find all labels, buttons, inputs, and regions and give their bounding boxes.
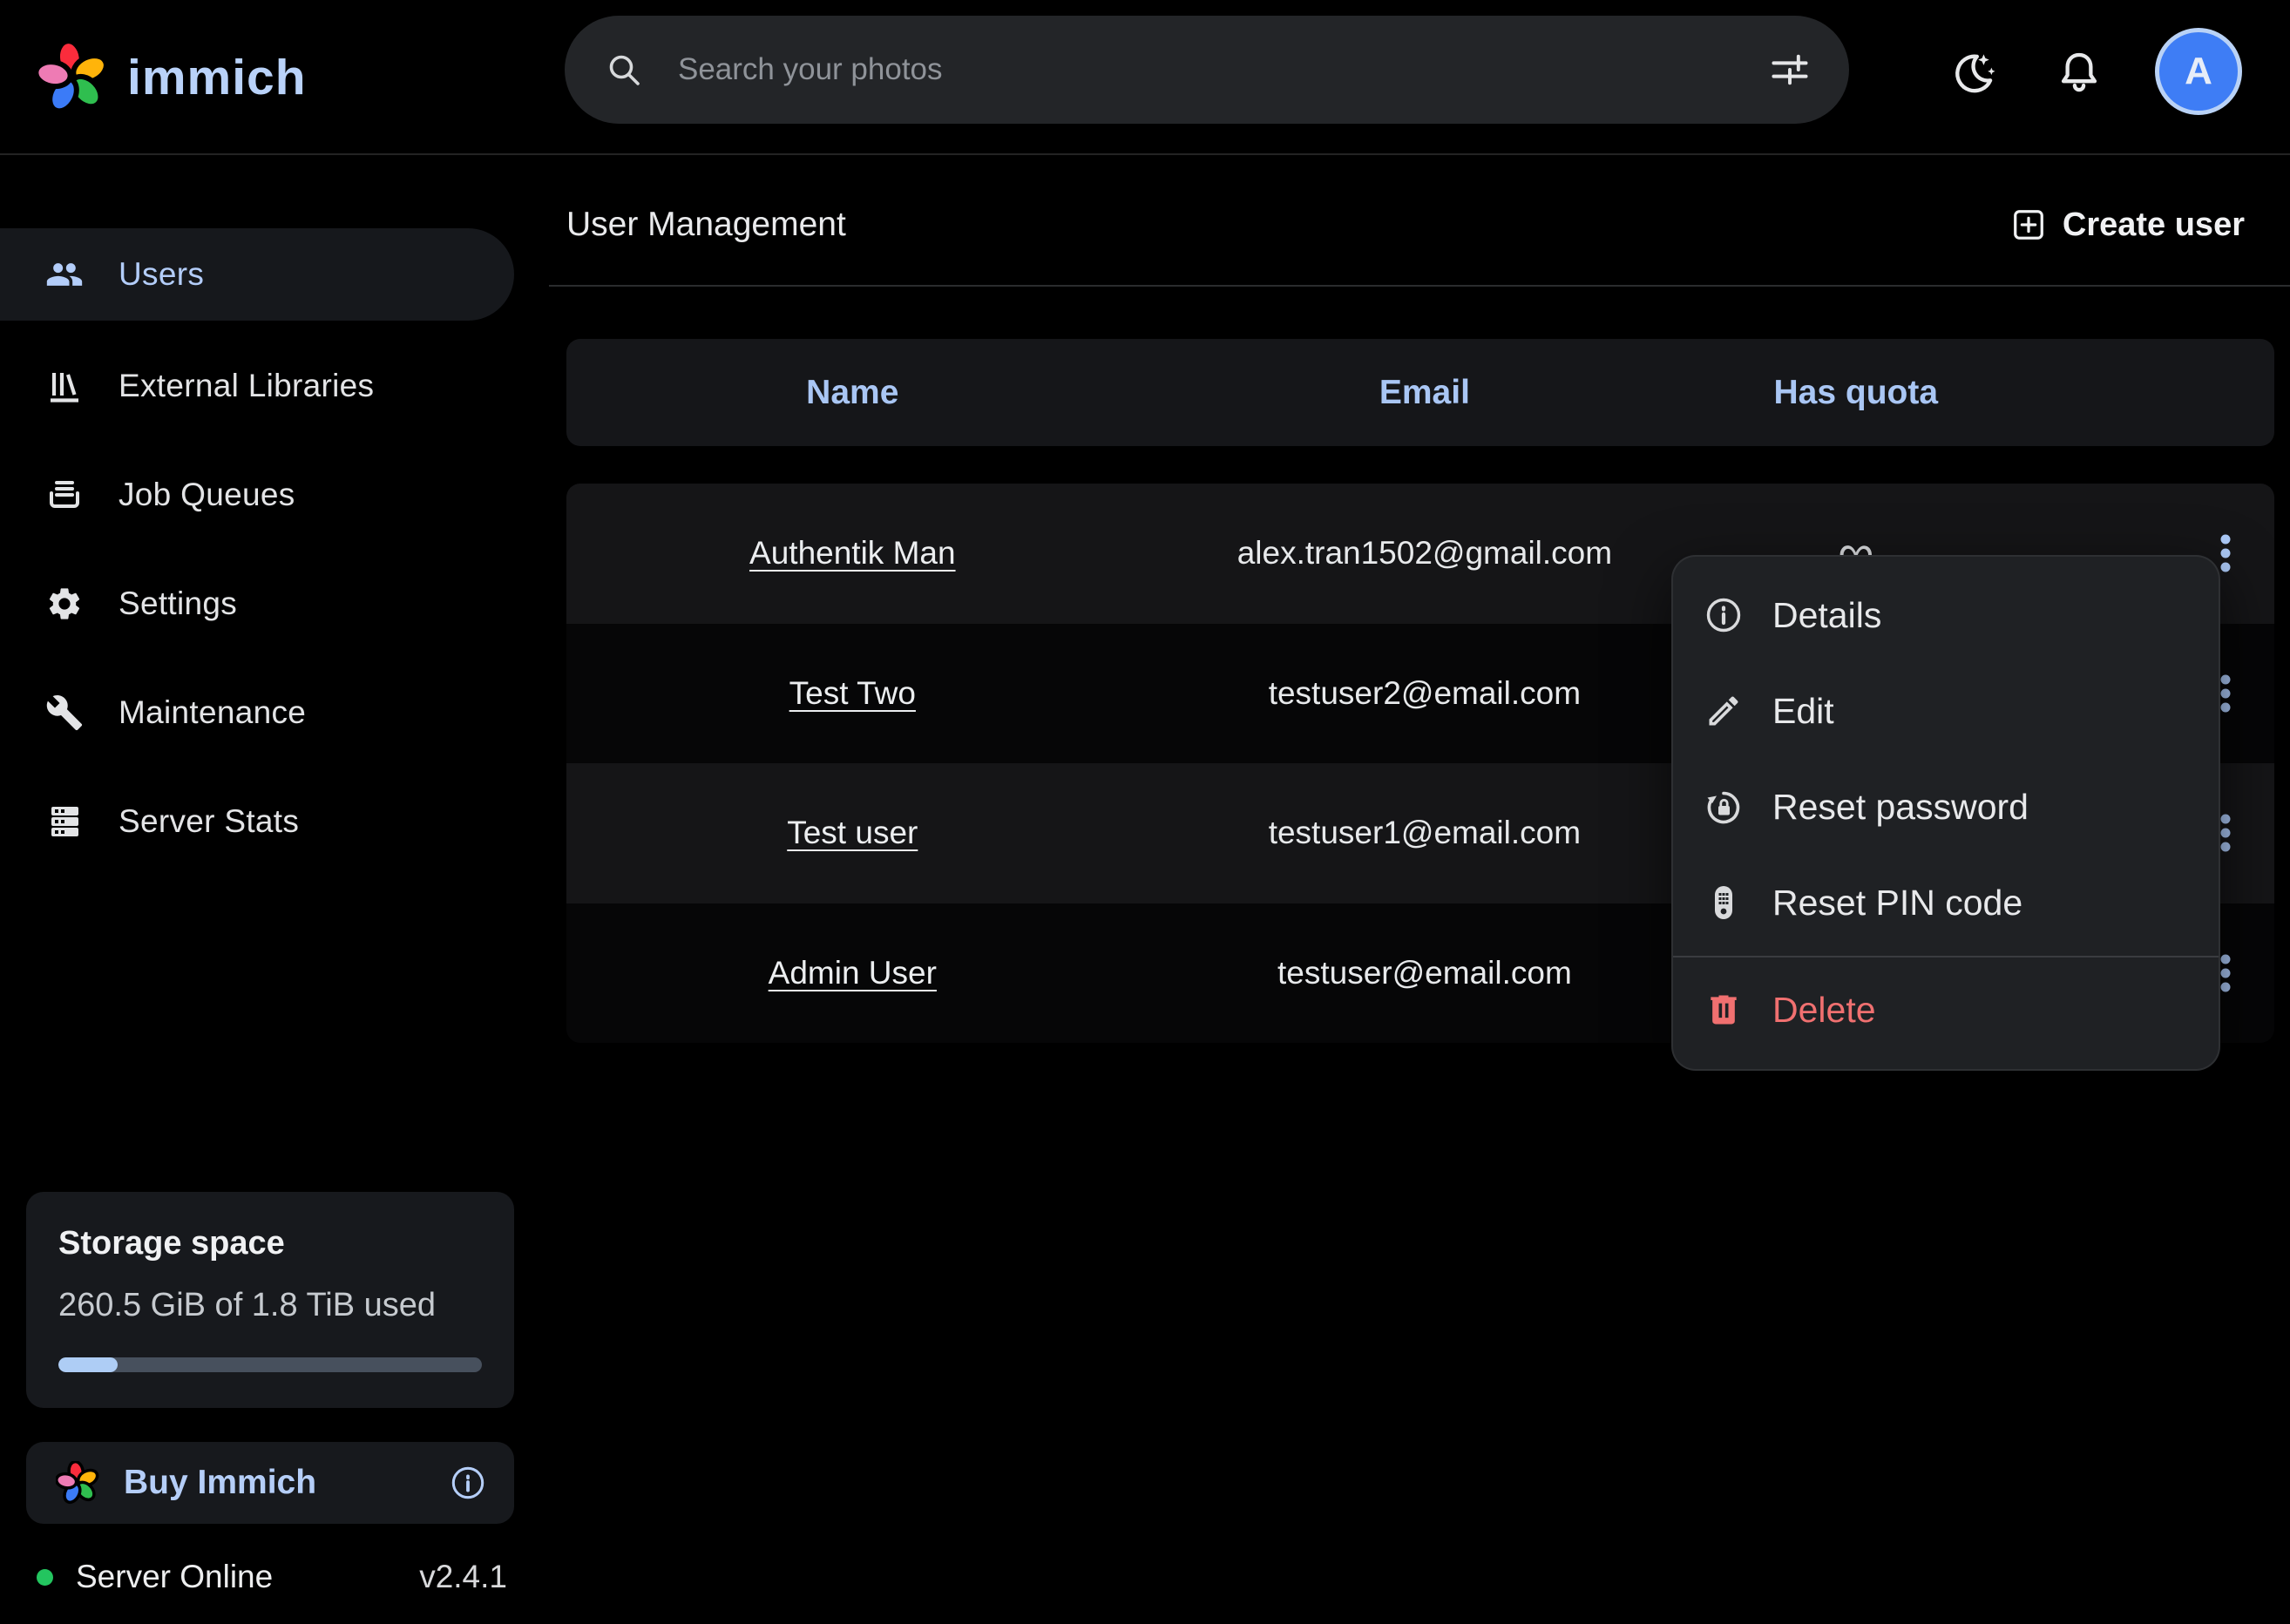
column-header-email: Email xyxy=(1139,374,1711,412)
storage-usage-text: 260.5 GiB of 1.8 TiB used xyxy=(58,1287,482,1324)
menu-item-label: Edit xyxy=(1772,691,1834,732)
sidebar-item-server-stats[interactable]: Server Stats xyxy=(0,775,514,868)
user-email: testuser1@email.com xyxy=(1139,815,1711,851)
user-name-link[interactable]: Admin User xyxy=(769,955,937,991)
immich-logo-icon xyxy=(35,40,110,115)
menu-item-label: Delete xyxy=(1772,990,1876,1031)
user-email: alex.tran1502@gmail.com xyxy=(1139,535,1711,572)
sidebar-item-maintenance[interactable]: Maintenance xyxy=(0,667,514,759)
sidebar-item-label: Users xyxy=(119,256,204,293)
immich-home-link[interactable]: immich xyxy=(35,0,307,155)
sidebar-item-job-queues[interactable]: Job Queues xyxy=(0,449,514,541)
menu-item-label: Details xyxy=(1772,595,1881,636)
row-menu-kebab-icon[interactable] xyxy=(2219,673,2232,714)
row-menu-kebab-icon[interactable] xyxy=(2219,532,2232,574)
row-menu-kebab-icon[interactable] xyxy=(2219,812,2232,854)
menu-item-reset-pin[interactable]: Reset PIN code xyxy=(1673,855,2219,951)
menu-item-delete[interactable]: Delete xyxy=(1673,957,2219,1062)
buy-immich-button[interactable]: Buy Immich xyxy=(26,1442,514,1524)
wrench-icon xyxy=(45,694,84,732)
search-filter-icon[interactable] xyxy=(1769,49,1811,91)
menu-item-label: Reset PIN code xyxy=(1772,883,2022,924)
user-name-link[interactable]: Test user xyxy=(787,815,918,850)
storage-space-card: Storage space 260.5 GiB of 1.8 TiB used xyxy=(26,1192,514,1408)
sidebar-item-users[interactable]: Users xyxy=(0,228,514,321)
user-avatar[interactable]: A xyxy=(2155,28,2242,115)
server-status-row: Server Online v2.4.1 xyxy=(26,1556,514,1598)
immich-admin-app: immich xyxy=(0,0,2290,1624)
sidebar-item-label: Job Queues xyxy=(119,477,295,513)
gear-icon xyxy=(45,585,84,623)
trash-icon xyxy=(1704,991,1743,1029)
pin-pad-icon xyxy=(1704,883,1743,922)
menu-item-label: Reset password xyxy=(1772,787,2029,828)
create-user-button[interactable]: Create user xyxy=(2010,206,2245,244)
pencil-icon xyxy=(1704,692,1743,730)
page-title: User Management xyxy=(566,206,846,244)
immich-flower-icon xyxy=(56,1461,99,1505)
user-name-link[interactable]: Test Two xyxy=(789,675,916,711)
row-context-menu: Details Edit Reset password xyxy=(1671,555,2220,1071)
server-version: v2.4.1 xyxy=(419,1559,507,1595)
topbar: immich xyxy=(0,0,2290,155)
sidebar-item-label: Maintenance xyxy=(119,694,306,731)
library-icon xyxy=(45,367,84,405)
sidebar-item-label: External Libraries xyxy=(119,368,374,404)
theme-toggle-moon-icon[interactable] xyxy=(1949,49,1998,98)
sidebar-item-label: Settings xyxy=(119,585,237,622)
search-input[interactable] xyxy=(678,52,1769,87)
user-name-link[interactable]: Authentik Man xyxy=(749,535,956,571)
avatar-letter: A xyxy=(2185,50,2212,93)
sidebar-item-label: Server Stats xyxy=(119,803,299,840)
info-circle-icon xyxy=(1704,596,1743,634)
server-status-label: Server Online xyxy=(76,1559,273,1595)
sidebar-item-external-libraries[interactable]: External Libraries xyxy=(0,340,514,432)
search-icon xyxy=(605,51,643,89)
create-user-label: Create user xyxy=(2063,206,2245,244)
user-email: testuser2@email.com xyxy=(1139,675,1711,712)
plus-square-icon xyxy=(2010,206,2047,243)
user-email: testuser@email.com xyxy=(1139,955,1711,991)
storage-progress-bar xyxy=(58,1357,482,1372)
server-icon xyxy=(45,802,84,841)
table-header: Name Email Has quota xyxy=(566,339,2274,446)
sidebar-item-settings[interactable]: Settings xyxy=(0,558,514,650)
job-queue-icon xyxy=(45,476,84,514)
brand-wordmark: immich xyxy=(127,49,307,106)
menu-item-reset-password[interactable]: Reset password xyxy=(1673,759,2219,855)
column-header-has-quota: Has quota xyxy=(1711,374,2001,412)
buy-immich-label: Buy Immich xyxy=(124,1464,316,1502)
search-bar[interactable] xyxy=(565,16,1849,124)
storage-progress-fill xyxy=(58,1357,118,1372)
online-status-dot xyxy=(37,1569,53,1586)
storage-title: Storage space xyxy=(58,1225,482,1262)
page-header: User Management Create user xyxy=(566,181,2245,268)
users-icon xyxy=(45,255,84,294)
row-menu-kebab-icon[interactable] xyxy=(2219,952,2232,994)
lock-reset-icon xyxy=(1704,788,1743,826)
notifications-bell-icon[interactable] xyxy=(2055,49,2104,98)
column-header-name: Name xyxy=(566,374,1139,412)
buy-info-icon[interactable] xyxy=(450,1465,486,1501)
admin-sidebar: Users External Libraries Job Queues xyxy=(0,155,540,1624)
header-divider xyxy=(549,285,2290,287)
menu-item-edit[interactable]: Edit xyxy=(1673,663,2219,759)
menu-item-details[interactable]: Details xyxy=(1673,567,2219,663)
